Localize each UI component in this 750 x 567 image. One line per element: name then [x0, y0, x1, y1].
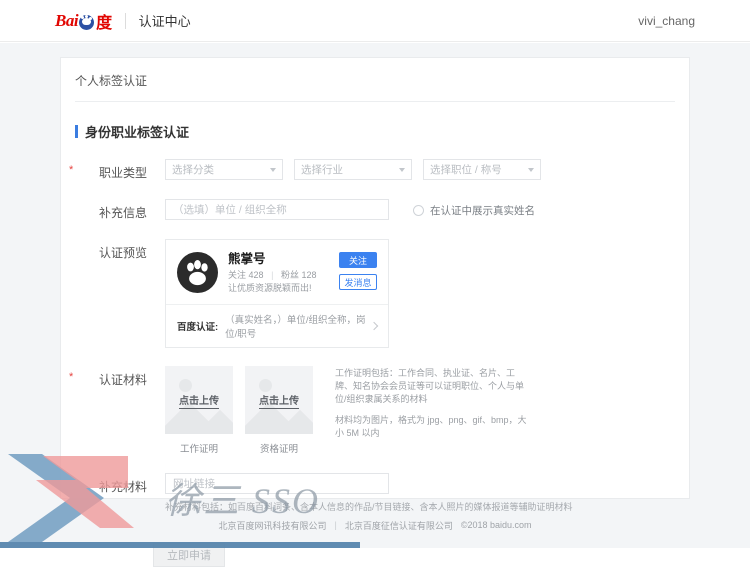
user-menu[interactable]: vivi_chang [638, 14, 695, 28]
extra-materials-input[interactable]: 网址链接 [165, 473, 389, 494]
label-extra-info: 补充信息 [75, 199, 147, 221]
label-materials-text: 认证材料 [98, 373, 147, 387]
chevron-down-icon [270, 167, 276, 172]
select-industry-value: 选择行业 [301, 164, 343, 176]
chevron-down-icon [399, 167, 405, 172]
row-extra-info: 补充信息 （选填）单位 / 组织全称 在认证中展示真实姓名 [61, 199, 689, 221]
section-title-text: 身份职业标签认证 [85, 125, 190, 140]
image-placeholder-icon [259, 379, 272, 392]
baidu-logo: Bai 度 [55, 9, 112, 33]
footer-company-2: 北京百度征信认证有限公司 [344, 520, 453, 531]
select-category[interactable]: 选择分类 [165, 159, 283, 180]
preview-slogan: 让优质资源脱颖而出! [228, 283, 312, 293]
materials-help: 工作证明包括：工作合同、执业证、名片、工牌、知名协会会员证等可以证明职位、个人与… [335, 366, 527, 455]
upload-qualification-caption: 资格证明 [259, 444, 298, 455]
breadcrumb: 个人标签认证 [75, 74, 148, 88]
label-materials: * 认证材料 [69, 366, 147, 388]
cert-value: （真实姓名，）单位/组织全称，岗位/职号 [225, 315, 366, 340]
extra-info-input[interactable]: （选填）单位 / 组织全称 [165, 199, 389, 220]
required-marker: * [69, 164, 74, 176]
upload-group: 点击上传 工作证明 点击上传 资格证明 工作证明包括：工作合同、执业证、名片、工… [165, 366, 527, 455]
preview-card-buttons: 关注 发消息 [339, 252, 377, 290]
page-canvas: 个人标签认证 身份职业标签认证 * 职业类型 选择分类 选择行业 选择职位 / … [0, 43, 750, 567]
footer-divider: | [334, 520, 337, 530]
baidu-logo-link[interactable]: Bai 度 认证中心 [55, 9, 191, 33]
paw-icon [79, 15, 95, 30]
site-title: 认证中心 [138, 14, 191, 29]
form-card: 个人标签认证 身份职业标签认证 * 职业类型 选择分类 选择行业 选择职位 / … [60, 57, 690, 567]
extra-info-field: （选填）单位 / 组织全称 在认证中展示真实姓名 [165, 199, 535, 220]
fans-count: 128 [301, 270, 317, 280]
select-position[interactable]: 选择职位 / 称号 [423, 159, 541, 180]
preview-account-name: 熊掌号 [228, 252, 266, 266]
send-message-button[interactable]: 发消息 [339, 274, 377, 290]
upload-work-proof: 点击上传 工作证明 [165, 366, 233, 455]
follow-label: 关注 [228, 270, 247, 280]
select-industry[interactable]: 选择行业 [294, 159, 412, 180]
preview-card-top: 熊掌号 关注 428 | 粉丝 128 让优质资源脱颖而出! 关注 发消息 [166, 240, 388, 304]
label-extra-materials-text: 补充材料 [98, 480, 147, 494]
image-placeholder-icon [179, 379, 192, 392]
show-real-name-checkbox-wrap[interactable]: 在认证中展示真实姓名 [413, 199, 535, 218]
row-preview: 认证预览 熊掌号 关注 428 | 粉丝 128 让优质资源脱颖而出! 关注 发… [61, 239, 689, 348]
label-preview-text: 认证预览 [98, 246, 147, 260]
preview-field: 熊掌号 关注 428 | 粉丝 128 让优质资源脱颖而出! 关注 发消息 百度… [165, 239, 389, 348]
show-real-name-checkbox[interactable] [413, 205, 424, 216]
select-category-value: 选择分类 [172, 164, 214, 176]
top-header: Bai 度 认证中心 vivi_chang [0, 0, 750, 42]
label-occupation: * 职业类型 [69, 159, 147, 181]
occupation-selects: 选择分类 选择行业 选择职位 / 称号 [165, 159, 552, 180]
preview-card: 熊掌号 关注 428 | 粉丝 128 让优质资源脱颖而出! 关注 发消息 百度… [165, 239, 389, 348]
materials-field: 点击上传 工作证明 点击上传 资格证明 工作证明包括：工作合同、执业证、名片、工… [165, 366, 527, 455]
upload-work-label: 点击上传 [179, 392, 219, 409]
materials-help-line2: 材料均为图片，格式为 jpg、png、gif、bmp，大小 5M 以内 [335, 415, 527, 438]
stats-divider: | [271, 270, 274, 280]
label-extra-materials: 补充材料 [75, 473, 147, 495]
preview-stats: 关注 428 | 粉丝 128 [228, 270, 333, 281]
page-footer: 北京百度网讯科技有限公司 | 北京百度征信认证有限公司 ©2018 baidu.… [0, 502, 750, 548]
row-materials: * 认证材料 点击上传 工作证明 点击上传 资格证明 工作证明包括：工作合同、执… [61, 366, 689, 455]
select-position-value: 选择职位 / 称号 [430, 164, 502, 176]
avatar [177, 252, 218, 293]
upload-box-qualification[interactable]: 点击上传 [245, 366, 313, 434]
paw-icon [187, 260, 208, 286]
logo-text-right: 度 [96, 14, 112, 32]
upload-box-work[interactable]: 点击上传 [165, 366, 233, 434]
header-divider [124, 12, 126, 29]
preview-card-info: 熊掌号 关注 428 | 粉丝 128 让优质资源脱颖而出! [228, 252, 333, 294]
label-extra-info-text: 补充信息 [98, 206, 147, 220]
upload-qualification-label: 点击上传 [259, 392, 299, 409]
materials-help-line1: 工作证明包括：工作合同、执业证、名片、工牌、知名协会会员证等可以证明职位、个人与… [335, 368, 525, 404]
chevron-right-icon [369, 321, 379, 331]
page-root: Bai 度 认证中心 vivi_chang 个人标签认证 身份职业标签认证 * … [0, 0, 750, 567]
row-occupation: * 职业类型 选择分类 选择行业 选择职位 / 称号 [61, 159, 689, 181]
show-real-name-label: 在认证中展示真实姓名 [430, 205, 535, 217]
chevron-down-icon [528, 167, 534, 172]
cert-label: 百度认证: [177, 322, 219, 333]
footer-company-1: 北京百度网讯科技有限公司 [218, 520, 327, 531]
section-title: 身份职业标签认证 [75, 122, 689, 141]
required-marker: * [69, 371, 74, 383]
follow-button[interactable]: 关注 [339, 252, 377, 268]
preview-cert-row[interactable]: 百度认证: （真实姓名，）单位/组织全称，岗位/职号 [166, 304, 388, 347]
upload-work-caption: 工作证明 [179, 444, 218, 455]
extra-info-placeholder: （选填）单位 / 组织全称 [173, 204, 287, 216]
breadcrumb-divider [75, 101, 675, 102]
extra-materials-placeholder: 网址链接 [173, 478, 215, 490]
label-occupation-text: 职业类型 [98, 166, 147, 180]
footer-copyright: ©2018 baidu.com [460, 520, 532, 530]
upload-qualification-proof: 点击上传 资格证明 [245, 366, 313, 455]
section-accent-bar [75, 125, 78, 138]
label-preview: 认证预览 [75, 239, 147, 261]
fans-label: 粉丝 [280, 270, 299, 280]
logo-text-left: Bai [55, 10, 79, 30]
follow-count: 428 [248, 270, 264, 280]
